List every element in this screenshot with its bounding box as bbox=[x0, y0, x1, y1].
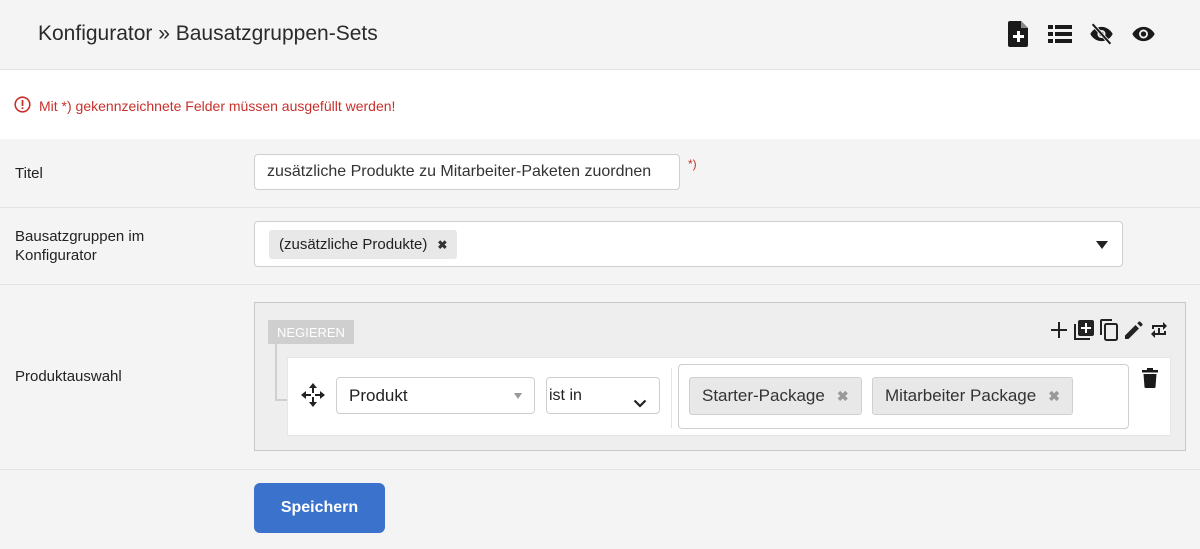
rule-operator-select[interactable]: ist in bbox=[546, 377, 660, 414]
remove-tag-icon[interactable]: ✖ bbox=[437, 238, 447, 252]
form-row-titel: Titel zusätzliche Produkte zu Mitarbeite… bbox=[0, 139, 1200, 208]
rule-operator-value: ist in bbox=[549, 387, 582, 404]
titel-label: Titel bbox=[15, 165, 43, 182]
value-tag-label: Mitarbeiter Package bbox=[885, 386, 1037, 405]
negate-button[interactable]: NEGIEREN bbox=[268, 320, 354, 344]
tag-label: (zusätzliche Produkte) bbox=[279, 236, 428, 253]
rule-field-select[interactable]: Produkt bbox=[336, 377, 535, 414]
selected-tag: (zusätzliche Produkte) ✖ bbox=[269, 230, 458, 259]
add-group-icon[interactable] bbox=[1074, 319, 1094, 341]
tree-connector bbox=[275, 344, 277, 401]
trash-icon[interactable] bbox=[1142, 368, 1160, 388]
form-row-bausatzgruppen: Bausatzgruppen im Konfigurator (zusätzli… bbox=[0, 208, 1200, 285]
pencil-icon[interactable] bbox=[1124, 319, 1144, 341]
value-tag-label: Starter-Package bbox=[702, 386, 825, 405]
eye-icon[interactable] bbox=[1131, 20, 1156, 48]
required-marker: *) bbox=[688, 157, 697, 171]
plus-icon[interactable] bbox=[1049, 319, 1069, 341]
value-tag: Mitarbeiter Package ✖ bbox=[872, 377, 1073, 415]
produktauswahl-label: Produktauswahl bbox=[15, 368, 122, 385]
bausatzgruppen-label-line2: Konfigurator bbox=[15, 247, 97, 264]
bausatzgruppen-label-line1: Bausatzgruppen im bbox=[15, 228, 145, 245]
value-tag: Starter-Package ✖ bbox=[689, 377, 862, 415]
header-toolbar bbox=[1005, 20, 1156, 48]
required-fields-notice: Mit *) gekennzeichnete Felder müssen aus… bbox=[0, 70, 1200, 139]
list-icon[interactable] bbox=[1047, 20, 1072, 48]
rule-divider bbox=[671, 368, 672, 428]
rule-values-multiselect[interactable]: Starter-Package ✖ Mitarbeiter Package ✖ bbox=[678, 364, 1129, 429]
query-builder-toolbar bbox=[1049, 319, 1169, 341]
swap-icon[interactable] bbox=[1149, 319, 1169, 341]
rule-field-value: Produkt bbox=[349, 386, 408, 405]
exclamation-circle-icon bbox=[14, 96, 31, 116]
dropdown-caret-icon[interactable] bbox=[1096, 241, 1108, 249]
move-icon[interactable] bbox=[300, 382, 326, 408]
remove-value-icon[interactable]: ✖ bbox=[837, 388, 849, 405]
notice-text: Mit *) gekennzeichnete Felder müssen aus… bbox=[39, 98, 396, 114]
query-builder: NEGIEREN Produkt ist in Starter-Package … bbox=[254, 302, 1186, 451]
bausatzgruppen-multiselect[interactable]: (zusätzliche Produkte) ✖ bbox=[254, 221, 1123, 267]
page-title: Konfigurator » Bausatzgruppen-Sets bbox=[38, 22, 378, 45]
titel-input[interactable]: zusätzliche Produkte zu Mitarbeiter-Pake… bbox=[254, 154, 680, 190]
add-document-icon[interactable] bbox=[1005, 20, 1030, 48]
eye-slash-icon[interactable] bbox=[1089, 20, 1114, 48]
save-button[interactable]: Speichern bbox=[254, 483, 385, 533]
chevron-down-icon bbox=[633, 388, 647, 423]
form-row-produktauswahl: Produktauswahl NEGIEREN Produkt ist in S… bbox=[0, 285, 1200, 470]
query-rule: Produkt ist in Starter-Package ✖ Mitarbe… bbox=[287, 357, 1171, 436]
page-header: Konfigurator » Bausatzgruppen-Sets bbox=[0, 0, 1200, 70]
bausatzgruppen-label: Bausatzgruppen im Konfigurator bbox=[15, 227, 144, 265]
caret-down-icon bbox=[514, 393, 522, 399]
copy-icon[interactable] bbox=[1099, 319, 1119, 341]
remove-value-icon[interactable]: ✖ bbox=[1048, 388, 1060, 405]
